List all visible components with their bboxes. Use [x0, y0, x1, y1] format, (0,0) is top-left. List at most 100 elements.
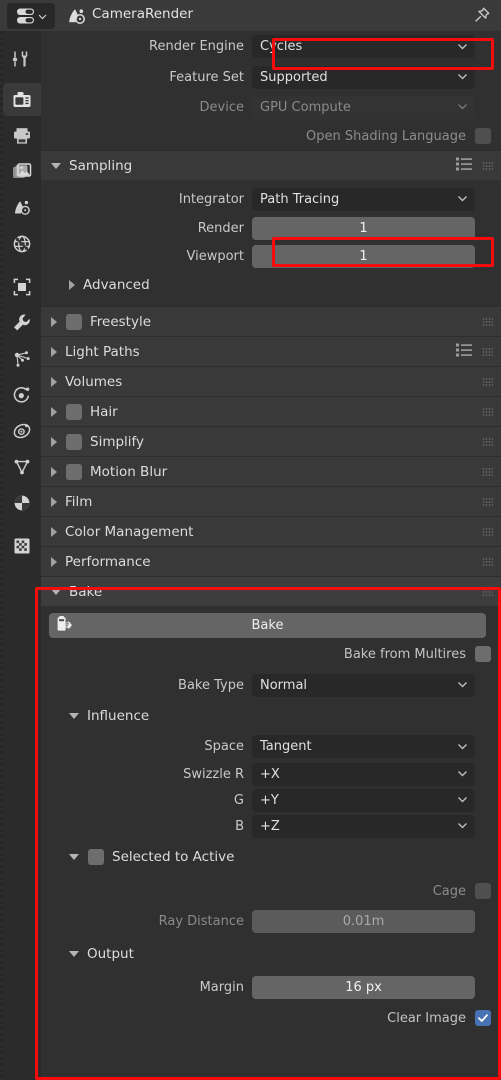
space-dropdown[interactable]: Tangent — [252, 735, 475, 758]
clear-image-checkbox[interactable] — [475, 1010, 491, 1026]
cage-label: Cage — [432, 883, 466, 899]
sidebar-item-particles[interactable] — [3, 342, 41, 375]
panel-grip-icon[interactable] — [482, 317, 493, 326]
disclosure-triangle-down-icon — [69, 713, 79, 719]
swizzle-r-dropdown[interactable]: +X — [252, 762, 475, 786]
preset-list-icon[interactable] — [456, 156, 472, 175]
sampling-body: Integrator Path Tracing Render 1 Viewpor… — [41, 180, 501, 306]
render-samples-label: Render — [197, 220, 244, 236]
integrator-dropdown[interactable]: Path Tracing — [252, 187, 475, 211]
panel-header-performance[interactable]: Performance — [41, 546, 501, 576]
panel-enable-checkbox[interactable] — [66, 433, 82, 450]
panel-title: Selected to Active — [112, 849, 235, 865]
feature-set-dropdown[interactable]: Supported — [252, 65, 475, 89]
panel-header-volumes[interactable]: Volumes — [41, 366, 501, 396]
panel-grip-icon[interactable] — [482, 467, 493, 476]
panel-title: Motion Blur — [90, 463, 168, 480]
swizzle-g-dropdown[interactable]: +Y — [252, 788, 475, 812]
device-value: GPU Compute — [260, 99, 351, 115]
panel-header-influence[interactable]: Influence — [41, 700, 501, 732]
world-globe-icon — [13, 235, 31, 252]
swizzle-b-dropdown[interactable]: +Z — [252, 814, 475, 838]
margin-field[interactable]: 16 px — [252, 976, 475, 999]
mesh-data-triangle-icon — [14, 459, 30, 474]
sidebar-item-world[interactable] — [3, 227, 41, 260]
constraints-icon — [13, 423, 31, 438]
panel-header-advanced[interactable]: Advanced — [41, 270, 501, 300]
integrator-label: Integrator — [178, 191, 244, 207]
bake-button[interactable]: Bake — [49, 613, 486, 638]
bake-type-dropdown[interactable]: Normal — [252, 673, 475, 697]
panel-title: Advanced — [83, 277, 150, 293]
panel-header-film[interactable]: Film — [41, 486, 501, 516]
panel-title: Sampling — [69, 157, 133, 174]
panel-title: Hair — [90, 403, 118, 420]
panel-grip-icon[interactable] — [482, 377, 493, 386]
panel-header-bake[interactable]: Bake — [41, 576, 501, 606]
pin-icon[interactable] — [472, 6, 491, 25]
disclosure-triangle-right-icon — [51, 376, 57, 387]
panel-grip-icon[interactable] — [482, 437, 493, 446]
bake-from-multires-label: Bake from Multires — [343, 646, 466, 662]
integrator-value: Path Tracing — [260, 191, 340, 207]
panel-grip-icon[interactable] — [482, 347, 493, 356]
sidebar-item-tool[interactable] — [3, 42, 41, 75]
panel-header-hair[interactable]: Hair — [41, 396, 501, 426]
sidebar-item-texture[interactable] — [3, 529, 41, 562]
panel-header-motion-blur[interactable]: Motion Blur — [41, 456, 501, 486]
panel-title: Performance — [65, 553, 151, 570]
panel-header-light-paths[interactable]: Light Paths — [41, 336, 501, 366]
sidebar-item-render[interactable] — [3, 83, 41, 116]
texture-checker-icon — [14, 538, 30, 553]
properties-header-bar: CameraRender — [0, 0, 501, 31]
sidebar-item-physics[interactable] — [3, 378, 41, 411]
panel-grip-icon[interactable] — [482, 587, 493, 596]
physics-orbit-icon — [13, 386, 30, 403]
editor-type-button[interactable] — [7, 3, 55, 29]
viewport-samples-field[interactable]: 1 — [252, 244, 475, 268]
render-samples-field[interactable]: 1 — [252, 216, 475, 240]
preset-list-icon[interactable] — [456, 342, 472, 361]
panel-enable-checkbox[interactable] — [66, 463, 82, 480]
panel-grip-icon[interactable] — [482, 557, 493, 566]
sidebar-item-output[interactable] — [3, 119, 41, 152]
sidebar-item-modifiers[interactable] — [3, 306, 41, 339]
chevron-down-icon — [457, 39, 468, 54]
panel-grip-icon[interactable] — [482, 161, 493, 170]
disclosure-triangle-right-icon — [51, 526, 57, 537]
panel-grip-icon[interactable] — [482, 407, 493, 416]
sidebar-item-material[interactable] — [3, 486, 41, 519]
panel-header-output[interactable]: Output — [41, 936, 501, 972]
panel-title: Film — [65, 493, 93, 510]
sidebar-item-data[interactable] — [3, 450, 41, 483]
sidebar-item-scene[interactable] — [3, 191, 41, 224]
printer-icon — [14, 127, 30, 144]
panel-header-color-management[interactable]: Color Management — [41, 516, 501, 546]
panel-enable-checkbox[interactable] — [66, 313, 82, 330]
page-title: CameraRender — [92, 6, 194, 22]
bake-from-multires-checkbox[interactable] — [475, 646, 491, 662]
panel-enable-checkbox[interactable] — [66, 403, 82, 420]
disclosure-triangle-down-icon — [51, 588, 61, 595]
panel-header-freestyle[interactable]: Freestyle — [41, 306, 501, 336]
panel-header-simplify[interactable]: Simplify — [41, 426, 501, 456]
chevron-down-icon — [457, 819, 468, 834]
cage-checkbox[interactable] — [475, 883, 491, 899]
panel-header-selected-to-active[interactable]: Selected to Active — [41, 839, 501, 875]
ray-distance-field[interactable]: 0.01m — [252, 910, 475, 933]
osl-checkbox[interactable] — [475, 128, 491, 144]
render-engine-row: Render Engine Cycles — [41, 31, 501, 62]
sidebar-item-constraints[interactable] — [3, 414, 41, 447]
selected-to-active-checkbox[interactable] — [88, 849, 104, 865]
panel-grip-icon[interactable] — [482, 527, 493, 536]
device-dropdown[interactable]: GPU Compute — [252, 95, 475, 119]
render-engine-dropdown[interactable]: Cycles — [252, 35, 475, 58]
bake-button-label: Bake — [251, 618, 284, 633]
panel-header-sampling[interactable]: Sampling — [41, 150, 501, 180]
sidebar-item-view-layer[interactable] — [3, 155, 41, 188]
chevron-down-icon — [457, 70, 468, 85]
panel-title: Simplify — [90, 433, 145, 450]
sidebar-item-object[interactable] — [3, 270, 41, 303]
device-row: Device GPU Compute — [41, 92, 501, 122]
panel-grip-icon[interactable] — [482, 497, 493, 506]
